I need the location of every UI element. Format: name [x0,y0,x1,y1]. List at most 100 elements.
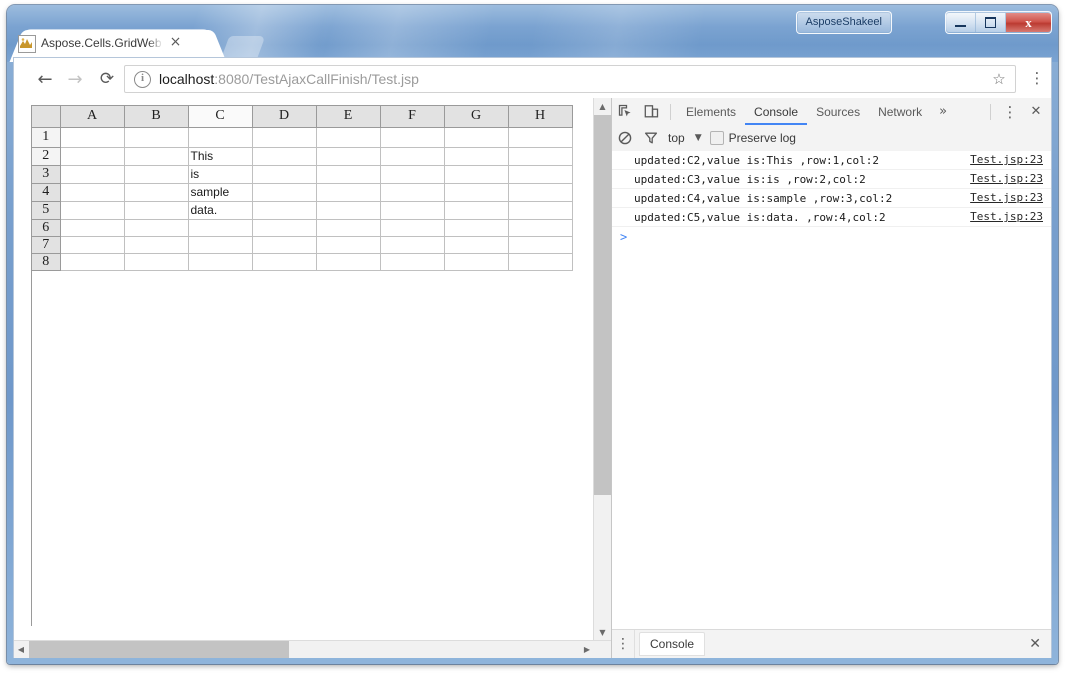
cell-b4[interactable] [124,183,189,202]
cell-g4[interactable] [444,183,509,202]
cell-d6[interactable] [252,219,317,237]
scroll-left-icon[interactable]: ◀ [14,641,28,658]
forward-button[interactable]: → [63,67,87,91]
cell-a6[interactable] [60,219,125,237]
cell-h4[interactable] [508,183,573,202]
clear-console-icon[interactable] [612,125,638,151]
cell-a8[interactable] [60,253,125,271]
cell-f6[interactable] [380,219,445,237]
back-button[interactable]: ← [33,67,57,91]
console-message-row[interactable]: updated:C5,value is:data. ,row:4,col:2 T… [612,208,1051,227]
tab-sources[interactable]: Sources [807,99,869,125]
console-source-link[interactable]: Test.jsp:23 [970,170,1043,188]
tab-network[interactable]: Network [869,99,931,125]
address-bar[interactable]: i localhost:8080/TestAjaxCallFinish/Test… [124,65,1016,93]
cell-c2[interactable]: This [188,147,253,166]
cell-g2[interactable] [444,147,509,166]
row-header-8[interactable]: 8 [32,253,61,271]
console-message-row[interactable]: updated:C4,value is:sample ,row:3,col:2 … [612,189,1051,208]
tab-console[interactable]: Console [745,99,808,125]
column-header-d[interactable]: D [252,106,317,128]
cell-b8[interactable] [124,253,189,271]
cell-d3[interactable] [252,165,317,184]
column-header-c[interactable]: C [188,106,253,128]
scroll-up-icon[interactable]: ▲ [594,98,611,115]
cell-f1[interactable] [380,127,445,148]
cell-g5[interactable] [444,201,509,220]
cell-h3[interactable] [508,165,573,184]
cell-c7[interactable] [188,236,253,254]
chevron-down-icon[interactable]: ▼ [695,133,702,143]
console-message-row[interactable]: updated:C3,value is:is ,row:2,col:2 Test… [612,170,1051,189]
cell-h8[interactable] [508,253,573,271]
scroll-down-icon[interactable]: ▼ [594,624,611,641]
chrome-menu-button[interactable]: ⋮ [1028,69,1046,89]
cell-c8[interactable] [188,253,253,271]
cell-d2[interactable] [252,147,317,166]
cell-h2[interactable] [508,147,573,166]
console-source-link[interactable]: Test.jsp:23 [970,208,1043,226]
cell-h1[interactable] [508,127,573,148]
tab-elements[interactable]: Elements [677,99,745,125]
cell-d8[interactable] [252,253,317,271]
cell-f5[interactable] [380,201,445,220]
row-header-5[interactable]: 5 [32,201,61,220]
column-header-f[interactable]: F [380,106,445,128]
cell-e4[interactable] [316,183,381,202]
cell-e5[interactable] [316,201,381,220]
console-message-row[interactable]: updated:C2,value is:This ,row:1,col:2 Te… [612,151,1051,170]
cell-h7[interactable] [508,236,573,254]
cell-d5[interactable] [252,201,317,220]
console-context-selector[interactable]: top [668,131,685,145]
drawer-menu-icon[interactable]: ⋮ [612,630,635,658]
cell-h5[interactable] [508,201,573,220]
select-all-corner[interactable] [32,106,61,128]
filter-icon[interactable] [638,125,664,151]
cell-b7[interactable] [124,236,189,254]
cell-f3[interactable] [380,165,445,184]
cell-g8[interactable] [444,253,509,271]
row-header-4[interactable]: 4 [32,183,61,202]
horizontal-scrollbar-thumb[interactable] [29,641,289,658]
cell-b5[interactable] [124,201,189,220]
cell-a2[interactable] [60,147,125,166]
row-header-7[interactable]: 7 [32,236,61,254]
gridweb-spreadsheet[interactable]: A B C D E F G H 1 2 This 3 is 4 sample 5… [31,105,573,271]
cell-e2[interactable] [316,147,381,166]
cell-a4[interactable] [60,183,125,202]
cell-b3[interactable] [124,165,189,184]
row-header-1[interactable]: 1 [32,127,61,148]
cell-b1[interactable] [124,127,189,148]
cell-c4[interactable]: sample [188,183,253,202]
column-header-a[interactable]: A [60,106,125,128]
cell-c1[interactable] [188,127,253,148]
console-source-link[interactable]: Test.jsp:23 [970,151,1043,169]
site-info-icon[interactable]: i [134,71,151,88]
cell-c6[interactable] [188,219,253,237]
cell-b6[interactable] [124,219,189,237]
device-toolbar-icon[interactable] [638,99,664,125]
cell-c3[interactable]: is [188,165,253,184]
cell-d1[interactable] [252,127,317,148]
cell-f2[interactable] [380,147,445,166]
row-header-3[interactable]: 3 [32,165,61,184]
column-header-h[interactable]: H [508,106,573,128]
cell-a1[interactable] [60,127,125,148]
tab-close-icon[interactable]: × [167,34,184,51]
cell-c5[interactable]: data. [188,201,253,220]
cell-e3[interactable] [316,165,381,184]
cell-f4[interactable] [380,183,445,202]
row-header-6[interactable]: 6 [32,219,61,237]
column-header-e[interactable]: E [316,106,381,128]
bookmark-star-icon[interactable]: ☆ [990,70,1008,88]
page-vertical-scrollbar[interactable]: ▲ ▼ [593,98,611,641]
cell-a7[interactable] [60,236,125,254]
preserve-log-checkbox[interactable] [709,131,724,145]
devtools-menu-icon[interactable]: ⋮ [997,99,1023,125]
column-header-b[interactable]: B [124,106,189,128]
drawer-tab-console[interactable]: Console [639,632,706,656]
cell-b2[interactable] [124,147,189,166]
cell-e7[interactable] [316,236,381,254]
cell-e1[interactable] [316,127,381,148]
more-tabs-icon[interactable]: » [931,104,955,119]
